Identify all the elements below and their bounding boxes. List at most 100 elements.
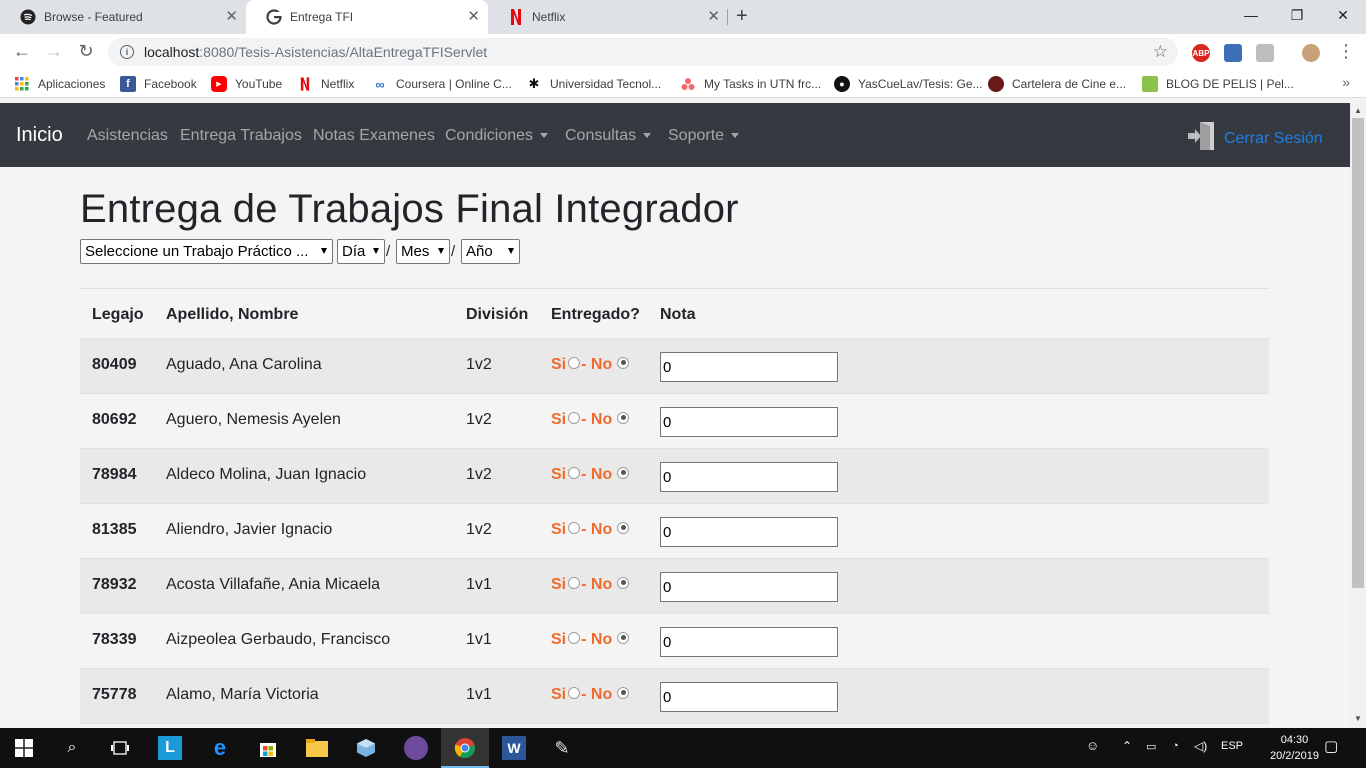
edge-icon[interactable]: e [208,735,232,760]
table-row: 78984 Aldeco Molina, Juan Ignacio 1v2 Si - N… [80,449,1269,504]
trabajo-practico-select[interactable]: Seleccione un Trabajo Práctico ... [80,239,333,264]
nota-input[interactable]: 0 [660,517,838,547]
entregado-radio-group: Si - No [551,356,630,374]
bookmark-netflix[interactable]: Netflix [297,76,354,92]
radio-no[interactable] [617,466,630,479]
people-icon[interactable]: ☺ [1086,738,1099,753]
tab-entrega-tfi[interactable]: Entrega TFI ✕ [246,0,488,34]
radio-no[interactable] [617,356,630,369]
bookmark-aplicaciones[interactable]: Aplicaciones [14,76,105,92]
file-explorer-icon[interactable] [305,736,329,760]
nota-input[interactable]: 0 [660,682,838,712]
reload-icon[interactable]: ↻ [74,41,98,62]
nota-input[interactable]: 0 [660,572,838,602]
nav-asistencias[interactable]: Asistencias [87,127,168,145]
nota-input[interactable]: 0 [660,462,838,492]
table-row: 75778 Alamo, María Victoria 1v1 Si - No 0 [80,669,1269,724]
bookmark-github[interactable]: ● YasCueLav/Tesis: Ge... [834,76,983,92]
radio-si[interactable] [568,521,581,534]
bookmark-facebook[interactable]: f Facebook [120,76,197,92]
close-tab-icon[interactable]: ✕ [707,9,720,25]
navbar-brand[interactable]: Inicio [16,124,63,147]
show-hidden-icons[interactable]: ⌃ [1122,739,1132,753]
dia-select[interactable]: Día [337,239,385,264]
paint-icon[interactable]: ✎ [550,736,574,760]
forward-icon[interactable]: → [42,41,66,62]
bookmark-blog-pelis[interactable]: BLOG DE PELIS | Pel... [1142,76,1294,92]
bookmark-star-icon[interactable]: ☆ [1153,42,1168,62]
nota-input[interactable]: 0 [660,407,838,437]
adblock-plus-icon[interactable]: ABP [1192,44,1210,62]
radio-si[interactable] [568,576,581,589]
radio-no[interactable] [617,631,630,644]
scroll-up-icon[interactable]: ▲ [1354,106,1362,115]
restore-icon[interactable]: ❐ [1274,0,1320,30]
page-scrollbar[interactable]: ▲ ▼ [1350,103,1366,728]
radio-si[interactable] [568,686,581,699]
scrollbar-thumb[interactable] [1352,118,1364,588]
language-indicator[interactable]: ESP [1221,740,1243,752]
nota-input[interactable]: 0 [660,627,838,657]
bookmark-cartelera[interactable]: Cartelera de Cine e... [988,76,1126,92]
close-tab-icon[interactable]: ✕ [225,9,238,25]
word-icon[interactable]: W [502,736,526,760]
virtualbox-icon[interactable] [354,736,378,760]
chrome-icon[interactable] [453,736,477,760]
app-l-icon[interactable]: L [158,736,182,760]
bookmark-asana[interactable]: My Tasks in UTN frc... [680,76,821,92]
cell-division: 1v1 [466,576,492,593]
tab-title: Netflix [532,10,566,24]
info-icon[interactable]: i [120,45,134,59]
radio-no[interactable] [617,521,630,534]
nav-condiciones-dropdown[interactable]: Condiciones [445,127,549,145]
back-icon[interactable]: ← [10,41,34,62]
nav-entrega-trabajos[interactable]: Entrega Trabajos [180,127,302,145]
windows-start-icon[interactable] [12,736,36,760]
profile-avatar-icon[interactable] [1302,44,1320,62]
nota-input[interactable]: 0 [660,352,838,382]
nav-soporte-dropdown[interactable]: Soporte [668,127,740,145]
tab-spotify[interactable]: Browse - Featured ✕ [0,0,246,34]
nav-notas-examenes[interactable]: Notas Examenes [313,127,435,145]
entregado-radio-group: Si - No [551,576,630,594]
volume-icon[interactable]: ◁) [1194,739,1207,753]
nav-label: Notas Examenes [313,127,435,144]
search-icon[interactable]: ⌕ [60,736,84,760]
task-view-icon[interactable] [108,736,132,760]
nav-consultas-dropdown[interactable]: Consultas [565,127,652,145]
store-icon[interactable] [256,736,280,760]
bookmark-coursera[interactable]: ∞ Coursera | Online C... [372,76,512,92]
radio-si[interactable] [568,466,581,479]
mes-select[interactable]: Mes [396,239,450,264]
tab-netflix[interactable]: Netflix ✕ [488,0,728,34]
bookmark-youtube[interactable]: ▶ YouTube [211,76,282,92]
header-nota: Nota [660,306,696,323]
close-window-icon[interactable]: ✕ [1320,0,1366,30]
bookmark-label: Coursera | Online C... [396,77,512,91]
new-tab-icon[interactable]: + [736,5,748,28]
chrome-menu-icon[interactable]: ⋮ [1334,41,1358,62]
extension-grey-icon[interactable] [1256,44,1274,62]
close-tab-icon[interactable]: ✕ [467,9,480,25]
more-bookmarks-icon[interactable]: » [1342,74,1350,90]
action-center-icon[interactable]: ▢ [1324,737,1338,755]
battery-icon[interactable]: ▭ [1146,740,1156,753]
radio-si[interactable] [568,356,581,369]
browser-toolbar: ← → ↻ i localhost:8080/Tesis-Asistencias… [0,34,1366,70]
minimize-icon[interactable]: — [1228,0,1274,30]
radio-no[interactable] [617,411,630,424]
anio-select[interactable]: Año [461,239,520,264]
address-bar[interactable]: i localhost:8080/Tesis-Asistencias/AltaE… [108,38,1178,66]
bookmark-utn[interactable]: ✱ Universidad Tecnol... [526,76,662,92]
extension-cube-icon[interactable] [1224,44,1242,62]
radio-si[interactable] [568,411,581,424]
radio-no[interactable] [617,686,630,699]
taskbar-clock[interactable]: 04:30 20/2/2019 [1270,732,1319,764]
app-cat-icon[interactable] [404,736,428,760]
scroll-down-icon[interactable]: ▼ [1354,714,1362,723]
wifi-icon[interactable]: ◔ [1172,740,1179,752]
logout-link[interactable]: Cerrar Sesión [1186,121,1323,156]
radio-no[interactable] [617,576,630,589]
radio-si[interactable] [568,631,581,644]
cell-nombre: Aldeco Molina, Juan Ignacio [166,466,367,483]
